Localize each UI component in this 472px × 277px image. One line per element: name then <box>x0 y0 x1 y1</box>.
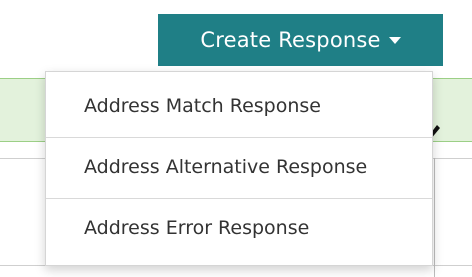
menu-divider <box>46 137 432 138</box>
menu-item-address-match-response[interactable]: Address Match Response <box>46 80 432 132</box>
caret-down-icon <box>388 36 401 44</box>
menu-item-address-error-response[interactable]: Address Error Response <box>46 202 432 254</box>
menu-item-address-alternative-response[interactable]: Address Alternative Response <box>46 141 432 193</box>
menu-divider <box>46 198 432 199</box>
page: Create Response Address Match Response A… <box>0 0 472 277</box>
create-response-label: Create Response <box>200 28 381 52</box>
create-response-dropdown: Address Match Response Address Alternati… <box>45 71 433 266</box>
table-column-divider <box>434 158 435 277</box>
create-response-button[interactable]: Create Response <box>158 14 443 66</box>
